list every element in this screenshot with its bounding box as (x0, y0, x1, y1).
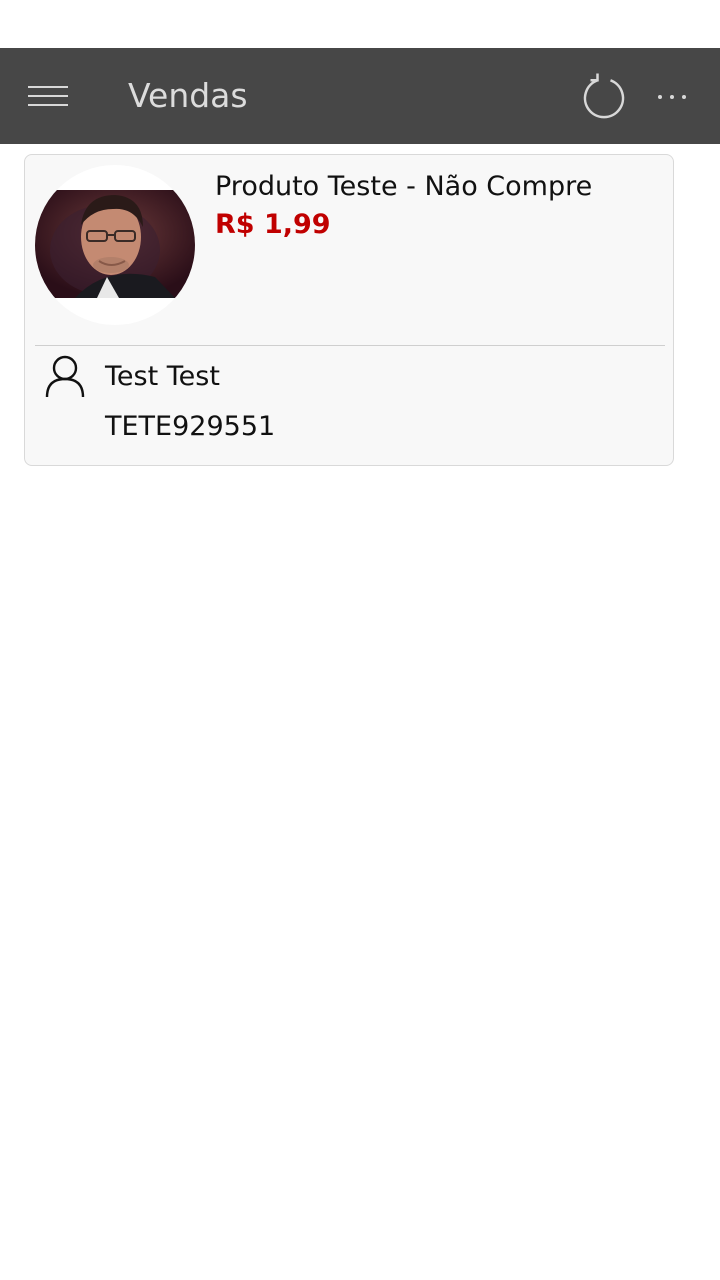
customer-name: Test Test (105, 361, 220, 392)
product-image (35, 165, 195, 325)
more-options-button[interactable] (648, 76, 696, 116)
app-bar: Vendas (0, 48, 720, 144)
user-icon (45, 355, 85, 398)
product-price: R$ 1,99 (215, 209, 331, 240)
divider (35, 345, 665, 346)
menu-button[interactable] (22, 76, 74, 116)
status-bar (0, 0, 720, 48)
sale-card[interactable]: Produto Teste - Não Compre R$ 1,99 Test … (24, 154, 674, 466)
customer-code: TETE929551 (105, 411, 276, 442)
page-title: Vendas (128, 76, 248, 115)
refresh-button[interactable] (578, 72, 630, 120)
refresh-icon (583, 73, 625, 119)
product-name: Produto Teste - Não Compre (215, 171, 593, 202)
